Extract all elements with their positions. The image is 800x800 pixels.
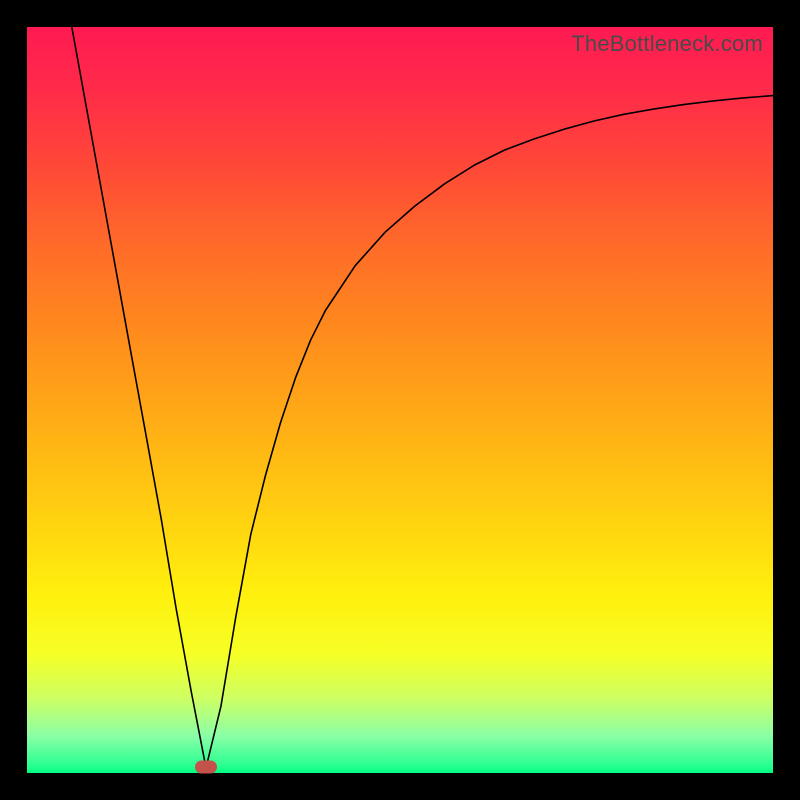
bottleneck-curve (27, 27, 773, 773)
plot-area: TheBottleneck.com (27, 27, 773, 773)
curve-path (72, 27, 773, 768)
optimum-marker (195, 761, 217, 774)
chart-frame: TheBottleneck.com (0, 0, 800, 800)
